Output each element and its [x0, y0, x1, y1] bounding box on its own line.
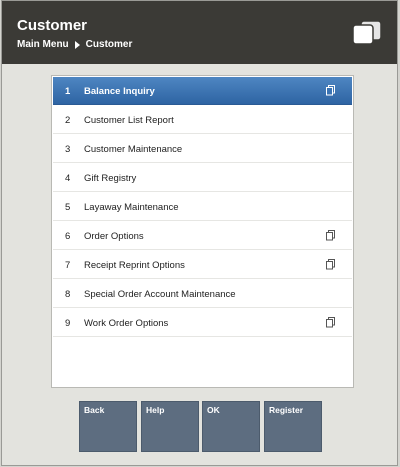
menu-list: 1 Balance Inquiry 2 Customer List Report… [51, 75, 354, 388]
ok-button[interactable]: OK [202, 401, 260, 452]
ok-button-label: OK [207, 405, 220, 415]
page-title: Customer [17, 17, 88, 34]
menu-item-customer-list-report[interactable]: 2 Customer List Report [53, 106, 352, 134]
menu-item-label: Receipt Reprint Options [84, 260, 185, 271]
menu-item-number: 6 [65, 231, 71, 242]
menu-item-label: Customer List Report [84, 115, 174, 126]
breadcrumb-current: Customer [85, 39, 133, 50]
menu-item-label: Layaway Maintenance [84, 202, 179, 213]
help-button[interactable]: Help [141, 401, 199, 452]
submenu-icon [326, 230, 335, 241]
menu-item-balance-inquiry[interactable]: 1 Balance Inquiry [53, 77, 352, 105]
submenu-icon [326, 317, 335, 328]
breadcrumb-main-menu[interactable]: Main Menu [17, 39, 69, 50]
menu-item-gift-registry[interactable]: 4 Gift Registry [53, 164, 352, 192]
submenu-icon [326, 259, 335, 270]
menu-item-receipt-reprint-options[interactable]: 7 Receipt Reprint Options [53, 251, 352, 279]
stacked-cards-icon [352, 20, 382, 45]
menu-item-number: 3 [65, 144, 71, 155]
menu-item-number: 7 [65, 260, 71, 271]
register-button-label: Register [269, 405, 304, 415]
back-button-label: Back [84, 405, 105, 415]
menu-item-label: Work Order Options [84, 318, 169, 329]
help-button-label: Help [146, 405, 165, 415]
menu-item-number: 8 [65, 289, 71, 300]
submenu-icon [326, 85, 335, 96]
menu-item-label: Special Order Account Maintenance [84, 289, 236, 300]
app-window: Customer Main Menu Customer 1 Balance In… [1, 0, 398, 466]
breadcrumb: Main Menu Customer [17, 39, 132, 50]
menu-item-label: Customer Maintenance [84, 144, 183, 155]
menu-item-customer-maintenance[interactable]: 3 Customer Maintenance [53, 135, 352, 163]
breadcrumb-separator-icon [74, 40, 80, 49]
menu-item-label: Order Options [84, 231, 144, 242]
back-button[interactable]: Back [79, 401, 137, 452]
menu-item-number: 2 [65, 115, 71, 126]
menu-item-layaway-maintenance[interactable]: 5 Layaway Maintenance [53, 193, 352, 221]
menu-item-number: 1 [65, 86, 71, 97]
register-button[interactable]: Register [264, 401, 322, 452]
menu-item-special-order-account-maintenance[interactable]: 8 Special Order Account Maintenance [53, 280, 352, 308]
header-bar: Customer Main Menu Customer [2, 1, 397, 64]
menu-item-number: 4 [65, 173, 71, 184]
menu-item-order-options[interactable]: 6 Order Options [53, 222, 352, 250]
menu-item-label: Balance Inquiry [84, 86, 155, 97]
menu-item-work-order-options[interactable]: 9 Work Order Options [53, 309, 352, 337]
menu-item-number: 5 [65, 202, 71, 213]
menu-item-label: Gift Registry [84, 173, 137, 184]
menu-item-number: 9 [65, 318, 71, 329]
